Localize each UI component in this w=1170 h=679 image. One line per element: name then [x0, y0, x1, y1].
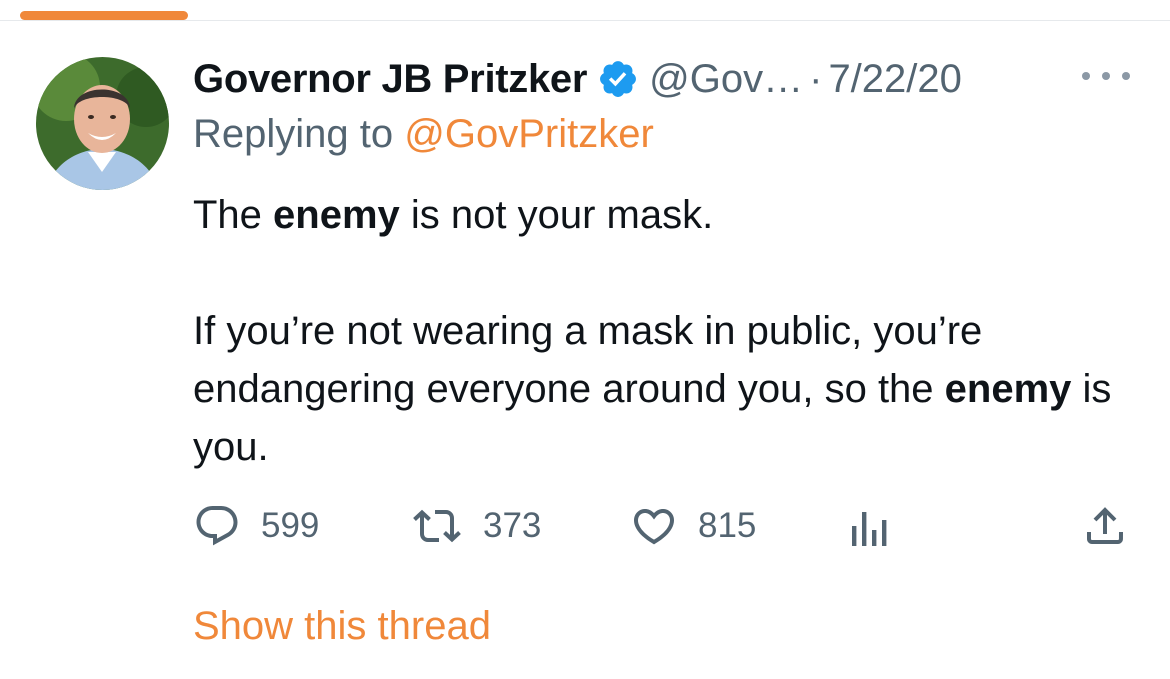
analytics-icon	[852, 512, 887, 546]
share-icon	[1087, 507, 1123, 544]
show-thread-link[interactable]: Show this thread	[193, 604, 491, 649]
text-segment: If you’re not wearing a mask in public, …	[193, 309, 983, 411]
more-dot	[1082, 72, 1090, 80]
like-count: 815	[698, 506, 757, 545]
analytics-button[interactable]	[848, 496, 892, 556]
more-dot	[1102, 72, 1110, 80]
tweet-paragraph-2: If you’re not wearing a mask in public, …	[193, 302, 1133, 476]
bold-text-segment: enemy	[944, 367, 1072, 411]
avatar[interactable]	[36, 57, 169, 190]
replying-mention-link[interactable]: @GovPritzker	[404, 112, 654, 156]
avatar-image	[36, 57, 169, 190]
scroll-accent-bar	[20, 11, 188, 20]
author-handle[interactable]: @Gov…	[649, 57, 803, 102]
tweet-text: The enemy is not your mask. If you’re no…	[193, 186, 1133, 476]
retweet-button[interactable]: 373	[411, 496, 541, 556]
reply-icon	[196, 506, 238, 546]
replying-to-line: Replying to @GovPritzker	[193, 112, 654, 157]
reply-button[interactable]: 599	[193, 496, 319, 556]
separator-dot: ·	[809, 56, 823, 101]
retweet-icon	[413, 509, 461, 543]
retweet-count: 373	[483, 506, 542, 545]
tweet-paragraph-1: The enemy is not your mask.	[193, 186, 1133, 244]
more-options-icon[interactable]	[1082, 64, 1130, 88]
tweet-header: Governor JB Pritzker @Gov… · 7/22/20	[193, 52, 962, 106]
share-button[interactable]	[1081, 496, 1129, 556]
replying-prefix: Replying to	[193, 112, 394, 156]
text-segment: The	[193, 193, 274, 237]
author-name[interactable]: Governor JB Pritzker	[193, 57, 587, 102]
reply-count: 599	[261, 506, 320, 545]
bold-text-segment: enemy	[273, 193, 400, 237]
tweet-date[interactable]: 7/22/20	[828, 57, 961, 102]
more-dot	[1122, 72, 1130, 80]
tweet-actions: 599 373 815	[193, 496, 1137, 556]
tweet-card: Governor JB Pritzker @Gov… · 7/22/20 Rep…	[0, 0, 1170, 679]
top-divider	[0, 20, 1170, 21]
like-button[interactable]: 815	[630, 496, 756, 556]
heart-icon	[633, 509, 675, 545]
text-segment: is not your mask.	[399, 193, 714, 237]
verified-badge-icon	[597, 58, 639, 100]
